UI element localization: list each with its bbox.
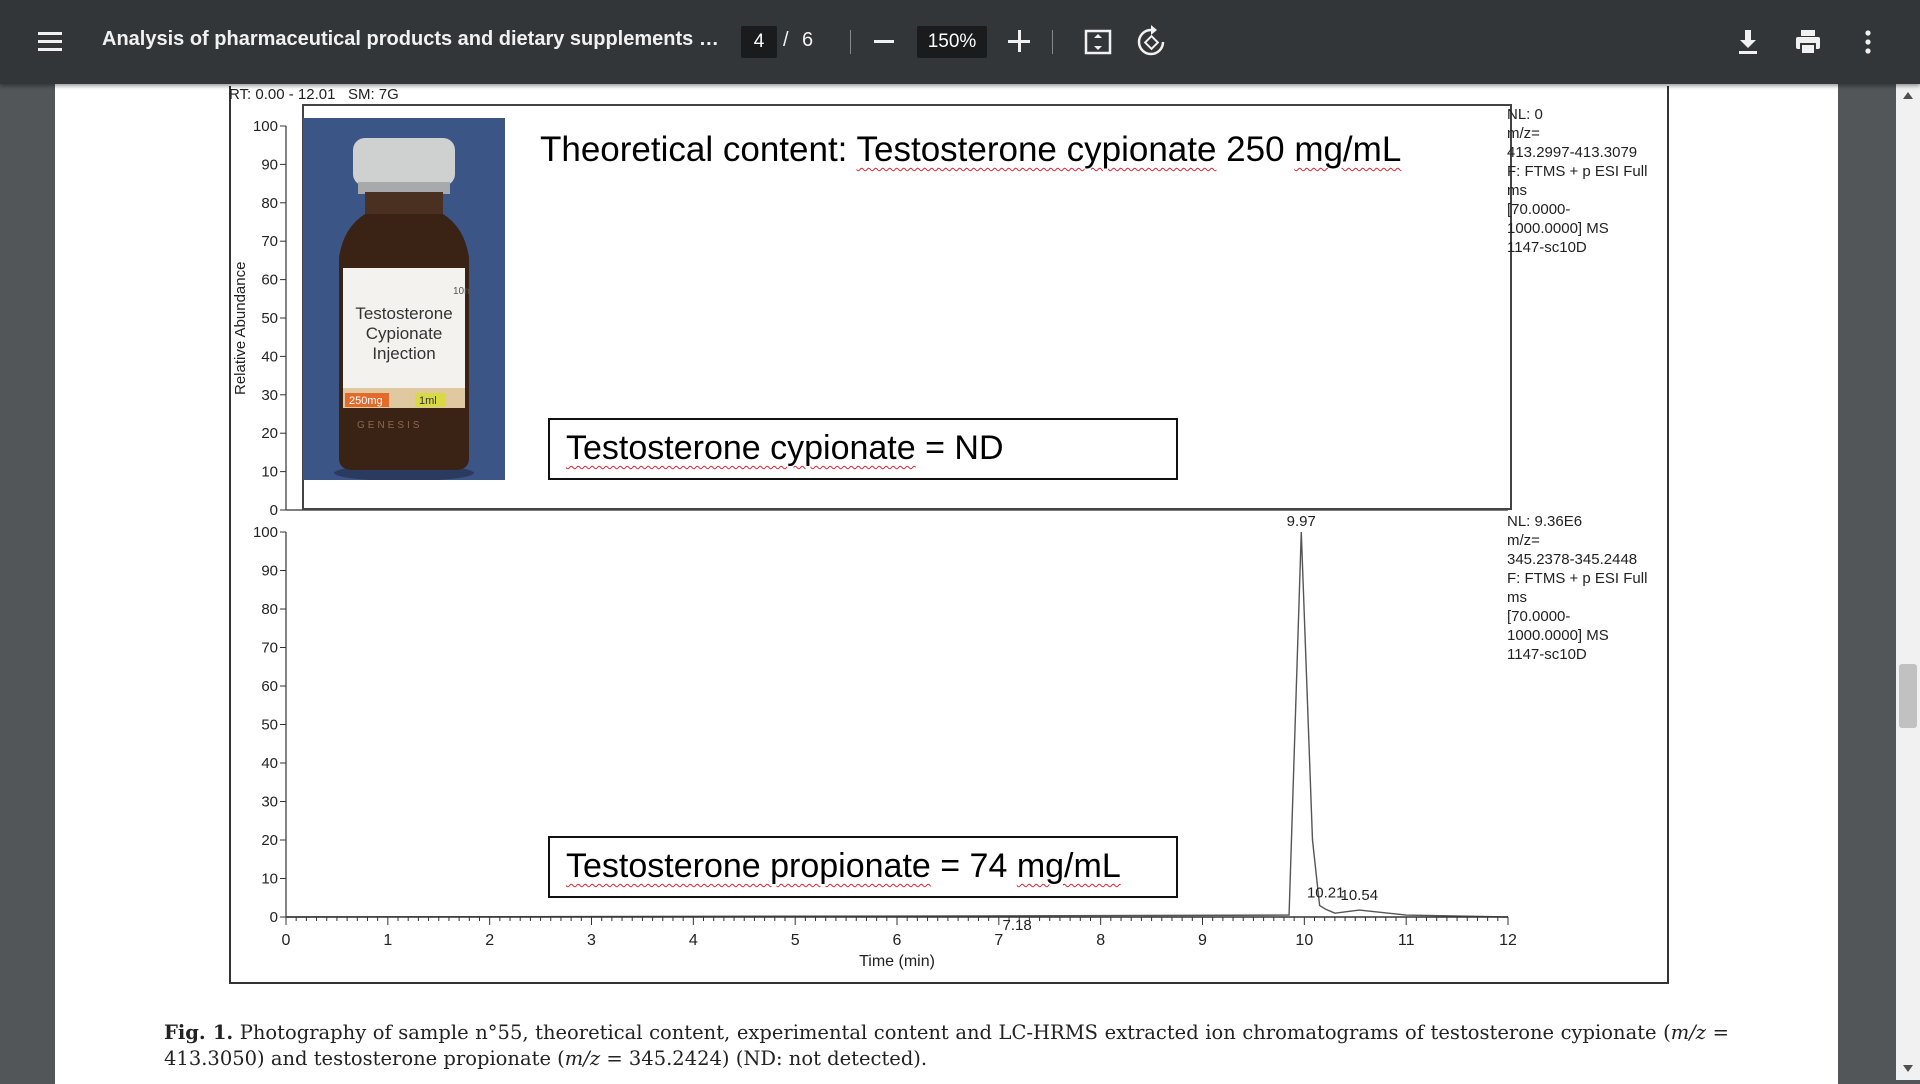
photo-volume: 1ml: [419, 395, 437, 407]
cypionate-result-value: = ND: [915, 429, 1004, 467]
rotate-icon[interactable]: [1134, 24, 1170, 60]
scroll-up-icon[interactable]: [1903, 92, 1913, 99]
propionate-result-box: Testosterone propionate = 74 mg/mL: [548, 836, 1178, 898]
meta-line: ms: [1507, 589, 1527, 606]
meta-line: 1000.0000] MS: [1507, 220, 1609, 237]
photo-brand: GENESIS: [357, 420, 423, 431]
document-title: Analysis of pharmaceutical products and …: [102, 28, 722, 50]
photo-label-line2: Cypionate: [365, 324, 443, 343]
zoom-out-icon[interactable]: [874, 40, 894, 43]
photo-small-label: 10ml: [453, 286, 475, 297]
meta-line: [70.0000-: [1507, 608, 1571, 625]
bottom-panel-meta: NL: 9.36E6 m/z= 345.2378-345.2448 F: FTM…: [1507, 512, 1647, 664]
menu-icon[interactable]: [32, 26, 68, 58]
meta-line: m/z=: [1507, 125, 1540, 142]
meta-line: F: FTMS + p ESI Full: [1507, 163, 1648, 180]
propionate-result-compound: Testosterone propionate: [566, 847, 931, 885]
download-icon[interactable]: [1730, 24, 1766, 60]
theoretical-prefix: Theoretical content:: [540, 130, 857, 169]
theoretical-amount: 250: [1216, 130, 1295, 169]
theoretical-compound: Testosterone cypionate: [856, 130, 1217, 169]
scroll-down-icon[interactable]: [1903, 1065, 1913, 1072]
scrollbar-thumb[interactable]: [1899, 664, 1917, 728]
caption-mz: m/z: [564, 1047, 601, 1070]
propionate-result-value: = 74: [930, 847, 1017, 885]
theoretical-unit: mg/mL: [1294, 130, 1402, 169]
top-panel-meta: NL: 0 m/z= 413.2997-413.3079 F: FTMS + p…: [1507, 105, 1647, 257]
meta-line: 1000.0000] MS: [1507, 627, 1609, 644]
meta-line: ms: [1507, 182, 1527, 199]
figure-header: RT: 0.00 - 12.01 SM: 7G: [229, 86, 399, 103]
photo-label-line3: Injection: [372, 344, 436, 363]
photo-label-line1: Testosterone: [355, 304, 453, 323]
meta-line: 345.2378-345.2448: [1507, 551, 1638, 568]
meta-line: [70.0000-: [1507, 201, 1571, 218]
pdf-toolbar: Analysis of pharmaceutical products and …: [0, 0, 1920, 84]
theoretical-content-text: Theoretical content: Testosterone cypion…: [540, 130, 1401, 170]
zoom-in-icon[interactable]: [1008, 30, 1030, 52]
meta-line: F: FTMS + p ESI Full: [1507, 570, 1648, 587]
y-axis-label: Relative Abundance: [232, 261, 249, 395]
cypionate-result-box: Testosterone cypionate = ND: [548, 418, 1178, 480]
caption-text: Photography of sample n°55, theoretical …: [233, 1021, 1671, 1044]
caption-mz: m/z: [1670, 1021, 1707, 1044]
meta-line: 1147-sc10D: [1507, 646, 1587, 663]
meta-line: NL: 0: [1507, 106, 1543, 123]
meta-line: 413.2997-413.3079: [1507, 144, 1638, 161]
photo-dose: 250mg: [349, 395, 383, 407]
page-separator: /: [783, 29, 789, 51]
figure-caption: Fig. 1. Photography of sample n°55, theo…: [164, 1020, 1729, 1072]
meta-line: 1147-sc10D: [1507, 239, 1587, 256]
print-icon[interactable]: [1790, 24, 1826, 60]
toolbar-divider: [1052, 30, 1053, 54]
vertical-scrollbar[interactable]: [1896, 84, 1920, 1080]
fit-page-icon[interactable]: [1080, 24, 1116, 60]
propionate-result-unit: mg/mL: [1016, 847, 1121, 885]
cypionate-result-compound: Testosterone cypionate: [566, 429, 916, 467]
meta-line: NL: 9.36E6: [1507, 513, 1583, 530]
page-number-input[interactable]: 4: [741, 26, 777, 58]
caption-text: = 345.2424) (ND: not detected).: [600, 1047, 928, 1070]
page-total: 6: [802, 29, 814, 51]
more-options-icon[interactable]: [1850, 24, 1886, 60]
toolbar-divider: [850, 30, 851, 54]
zoom-level-field[interactable]: 150%: [917, 26, 987, 58]
product-photo: Testosterone Cypionate Injection 10ml 25…: [303, 118, 505, 480]
meta-line: m/z=: [1507, 532, 1540, 549]
caption-label: Fig. 1.: [164, 1021, 234, 1044]
